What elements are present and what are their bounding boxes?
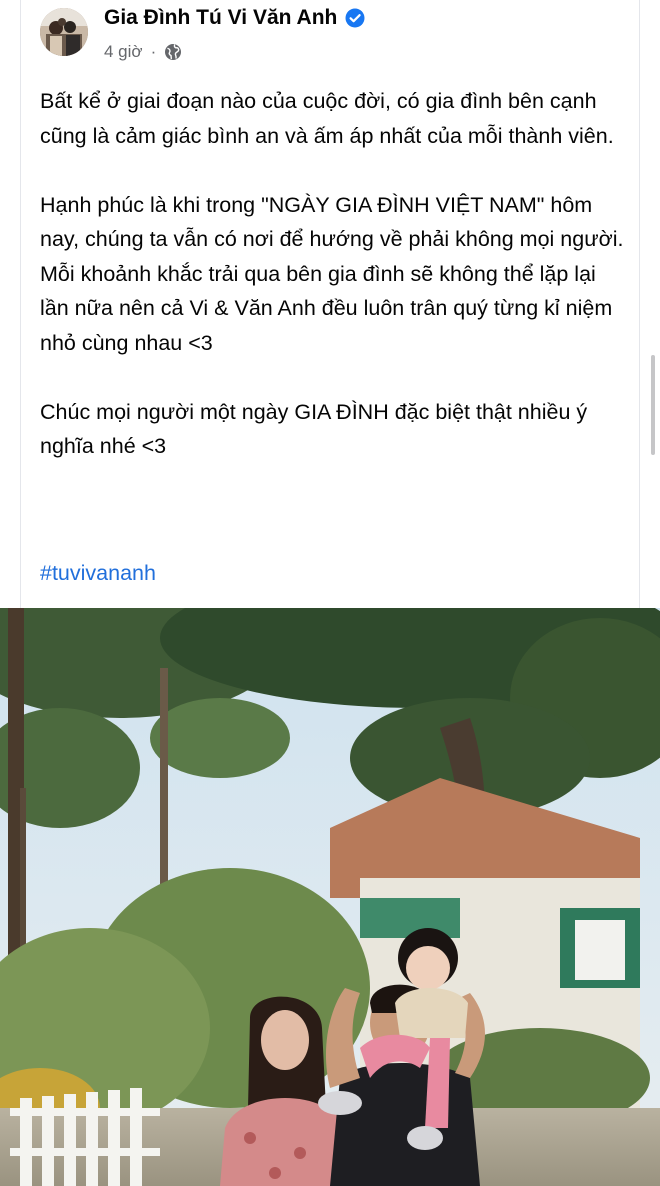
- scrollbar[interactable]: [651, 355, 655, 455]
- post-photo[interactable]: [0, 608, 660, 1186]
- post-paragraph: Chúc mọi người một ngày GIA ĐÌNH đặc biệ…: [40, 399, 588, 459]
- meta-separator: ·: [150, 42, 157, 61]
- family-photo-image: [0, 608, 660, 1186]
- post-text: Bất kể ở giai đoạn nào của cuộc đời, có …: [40, 84, 630, 498]
- verified-badge-icon: [345, 8, 365, 28]
- hashtag-link[interactable]: #tuvivananh: [40, 556, 156, 590]
- post-meta: 4 giờ ·: [104, 42, 182, 62]
- avatar-photo: [40, 8, 88, 56]
- author-name[interactable]: Gia Đình Tú Vi Văn Anh: [104, 6, 365, 30]
- post-paragraph: Bất kể ở giai đoạn nào của cuộc đời, có …: [40, 89, 614, 148]
- post-time[interactable]: 4 giờ: [104, 42, 143, 62]
- post-paragraph: Hạnh phúc là khi trong "NGÀY GIA ĐÌNH VI…: [40, 192, 624, 355]
- globe-icon[interactable]: [164, 43, 182, 61]
- author-name-text[interactable]: Gia Đình Tú Vi Văn Anh: [104, 6, 337, 30]
- avatar[interactable]: [40, 8, 88, 56]
